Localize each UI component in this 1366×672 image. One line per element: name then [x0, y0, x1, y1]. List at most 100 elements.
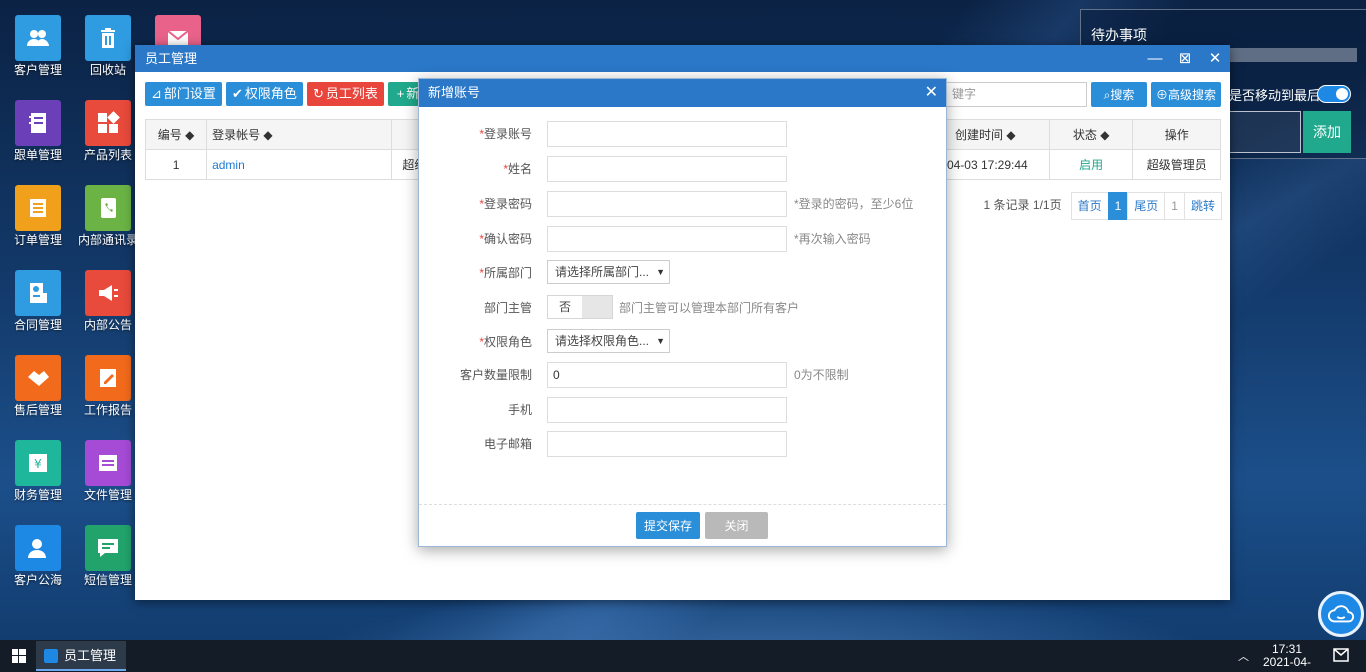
- close-icon[interactable]: ✕: [1200, 45, 1230, 72]
- pager-info: 1 条记录 1/1页: [983, 198, 1062, 212]
- col-status[interactable]: 状态 ◆: [1048, 119, 1134, 150]
- maximize-icon[interactable]: ⊠: [1170, 45, 1200, 72]
- app-icon: [44, 649, 58, 663]
- dept-manager-switch[interactable]: 否: [547, 295, 613, 319]
- add-account-dialog: 新增账号 ✕ *登录账号 *姓名 *登录密码 *登录的密码，至少6位 *确认密码…: [418, 78, 947, 547]
- dialog-titlebar[interactable]: 新增账号 ✕: [419, 79, 946, 107]
- department-select[interactable]: 请选择所属部门...: [547, 260, 670, 284]
- chevron-up-icon[interactable]: ︿: [1238, 648, 1249, 664]
- field-confirm-password: *确认密码 *再次输入密码: [419, 226, 946, 252]
- desktop-icon-announcements[interactable]: 内部公告: [76, 270, 140, 332]
- todo-move-question: 是否移动到最后?: [1229, 88, 1328, 103]
- role-select[interactable]: 请选择权限角色...: [547, 329, 670, 353]
- col-action: 操作: [1132, 119, 1221, 150]
- system-clock[interactable]: 17:31 2021-04-: [1262, 643, 1312, 669]
- users-icon: [15, 15, 61, 61]
- account-link[interactable]: admin: [212, 158, 245, 172]
- desktop-icon-sms[interactable]: 短信管理: [76, 525, 140, 587]
- login-account-input[interactable]: [547, 121, 787, 147]
- field-role: *权限角色 请选择权限角色...: [419, 329, 946, 355]
- field-customer-limit: 客户数量限制 0 0为不限制: [419, 362, 946, 388]
- desktop-icon-products[interactable]: 产品列表: [76, 100, 140, 162]
- close-button[interactable]: 关闭: [705, 512, 768, 539]
- yen-icon: ¥: [15, 440, 61, 486]
- roles-button[interactable]: ✔ 权限角色: [226, 82, 303, 106]
- todo-add-button[interactable]: 添加: [1303, 111, 1351, 153]
- window-titlebar[interactable]: 员工管理 — ⊠ ✕: [135, 45, 1230, 72]
- plus-icon: +: [396, 86, 405, 101]
- check-circle-icon: ✔: [232, 86, 243, 101]
- list-icon: [15, 185, 61, 231]
- notification-icon[interactable]: [1333, 648, 1349, 662]
- search-input[interactable]: 键字: [941, 82, 1087, 107]
- desktop: 客户管理 跟单管理 订单管理 合同管理 售后管理 ¥ 财务管理 客户公海 回收站…: [0, 0, 1366, 640]
- customer-limit-hint: 0为不限制: [794, 368, 849, 382]
- desktop-icon-orders[interactable]: 订单管理: [6, 185, 70, 247]
- dialog-close-icon[interactable]: ✕: [925, 79, 938, 107]
- contract-icon: [15, 270, 61, 316]
- desktop-icon-public-customers[interactable]: 客户公海: [6, 525, 70, 587]
- status-badge: 启用: [1048, 149, 1134, 180]
- desktop-icon-address-book[interactable]: 内部通讯录: [76, 185, 140, 247]
- desktop-icon-customers[interactable]: 客户管理: [6, 15, 70, 77]
- window-title: 员工管理: [145, 51, 198, 66]
- pager-current[interactable]: 1: [1107, 192, 1129, 220]
- col-account[interactable]: 登录帐号 ◆: [206, 119, 393, 150]
- confirm-password-hint: *再次输入密码: [794, 232, 871, 246]
- email-input[interactable]: [547, 431, 787, 457]
- svg-text:¥: ¥: [34, 457, 42, 471]
- trash-icon: [85, 15, 131, 61]
- name-input[interactable]: [547, 156, 787, 182]
- desktop-icon-work-report[interactable]: 工作报告: [76, 355, 140, 417]
- taskbar: 员工管理 ︿ 17:31 2021-04-: [0, 640, 1366, 672]
- col-id[interactable]: 编号 ◆: [144, 119, 208, 150]
- todo-move-toggle[interactable]: [1317, 85, 1351, 103]
- product-grid-icon: [85, 100, 131, 146]
- folder-icon: [85, 440, 131, 486]
- desktop-icon-follow[interactable]: 跟单管理: [6, 100, 70, 162]
- windows-start-icon[interactable]: [12, 649, 26, 663]
- dialog-footer: 提交保存 关闭: [419, 504, 946, 546]
- customer-limit-input[interactable]: 0: [547, 362, 787, 388]
- desktop-icon-finance[interactable]: ¥ 财务管理: [6, 440, 70, 502]
- advanced-search-button[interactable]: ⊕高级搜索: [1151, 82, 1221, 107]
- dept-manager-hint: 部门主管可以管理本部门所有客户: [619, 301, 800, 315]
- field-password: *登录密码 *登录的密码，至少6位: [419, 191, 946, 217]
- refresh-icon: ↻: [313, 86, 324, 101]
- desktop-icon-files[interactable]: 文件管理: [76, 440, 140, 502]
- notebook-icon: [15, 100, 61, 146]
- password-hint: *登录的密码，至少6位: [794, 197, 914, 211]
- field-phone: 手机: [419, 397, 946, 423]
- cloud-icon[interactable]: [1318, 591, 1364, 637]
- sitemap-icon: ⊿: [151, 86, 162, 101]
- megaphone-icon: [85, 270, 131, 316]
- password-input[interactable]: [547, 191, 787, 217]
- todo-input[interactable]: [1229, 111, 1301, 153]
- submit-button[interactable]: 提交保存: [636, 512, 700, 539]
- employee-list-button[interactable]: ↻ 员工列表: [307, 82, 384, 106]
- field-email: 电子邮箱: [419, 431, 946, 457]
- address-book-icon: [85, 185, 131, 231]
- desktop-icon-contracts[interactable]: 合同管理: [6, 270, 70, 332]
- desktop-icon-recycle[interactable]: 回收站: [76, 15, 140, 77]
- confirm-password-input[interactable]: [547, 226, 787, 252]
- desktop-icon-aftersales[interactable]: 售后管理: [6, 355, 70, 417]
- field-login-account: *登录账号: [419, 121, 946, 147]
- handshake-icon: [15, 355, 61, 401]
- field-dept-manager: 部门主管 否 部门主管可以管理本部门所有客户: [419, 295, 946, 321]
- taskbar-item-employee[interactable]: 员工管理: [36, 641, 126, 671]
- pager-first[interactable]: 首页: [1070, 192, 1109, 220]
- dept-settings-button[interactable]: ⊿ 部门设置: [145, 82, 222, 106]
- sms-icon: [85, 525, 131, 571]
- pager-page-input[interactable]: 1: [1164, 192, 1185, 220]
- field-name: *姓名: [419, 156, 946, 182]
- phone-input[interactable]: [547, 397, 787, 423]
- user-ocean-icon: [15, 525, 61, 571]
- pager-jump[interactable]: 跳转: [1183, 192, 1222, 220]
- search-button[interactable]: ⌕搜索: [1091, 82, 1147, 107]
- report-icon: [85, 355, 131, 401]
- minimize-icon[interactable]: —: [1140, 45, 1170, 72]
- dialog-title: 新增账号: [428, 85, 481, 100]
- pager-last[interactable]: 尾页: [1127, 192, 1166, 220]
- field-department: *所属部门 请选择所属部门...: [419, 260, 946, 286]
